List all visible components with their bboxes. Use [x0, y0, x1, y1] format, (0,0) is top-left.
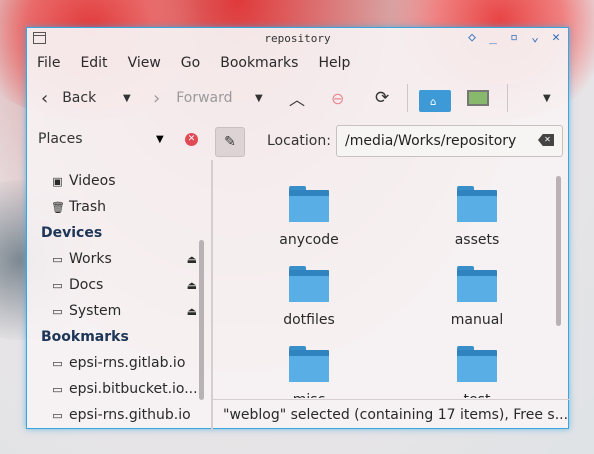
folder-label: dotfiles: [283, 312, 335, 328]
forward-arrow-icon: ›: [153, 87, 161, 109]
folder-label: misc: [293, 392, 326, 398]
folder-icon: [457, 266, 497, 304]
shade-button[interactable]: ⌄: [529, 30, 541, 46]
sidebar-item-videos[interactable]: ▣ Videos: [27, 168, 207, 194]
video-icon: ▣: [52, 174, 63, 188]
up-arrow-icon: ︿: [289, 90, 306, 109]
trash-icon: 🗑: [51, 200, 65, 214]
eject-icon[interactable]: ⏏: [187, 253, 197, 266]
titlebar[interactable]: repository ◇ _ ▫ ⌄ ✕: [27, 28, 568, 50]
computer-icon: [467, 90, 489, 106]
status-bar: "weblog" selected (containing 17 items),…: [213, 399, 570, 429]
stop-button[interactable]: ⊖: [331, 76, 344, 120]
back-button[interactable]: ‹ Back: [41, 76, 96, 120]
toolbar-separator: [507, 84, 508, 112]
devices-header: Devices: [41, 225, 103, 241]
sidebar-item-bookmark[interactable]: ▭ epsi-rns.github.io: [27, 402, 207, 428]
folder-item[interactable]: misc: [249, 346, 369, 398]
sidebar-item-bookmark[interactable]: ▭ epsi.bitbucket.io...: [27, 376, 207, 402]
clear-location-icon[interactable]: ✕: [538, 134, 554, 146]
reload-button[interactable]: ⟳: [375, 76, 389, 120]
folder-icon: ▭: [52, 382, 63, 396]
folder-icon: ▭: [52, 408, 63, 422]
bookmarks-header: Bookmarks: [41, 329, 129, 345]
folder-label: assets: [454, 232, 500, 248]
forward-label: Forward: [176, 90, 233, 106]
forward-history-dropdown[interactable]: ▼: [255, 76, 263, 120]
sidebar-item-trash[interactable]: 🗑 Trash: [27, 194, 207, 220]
location-value: /media/Works/repository: [345, 133, 517, 149]
caret-down-icon: ▼: [543, 92, 551, 104]
location-label: Location:: [267, 133, 331, 149]
folder-icon: [289, 266, 329, 304]
menu-go[interactable]: Go: [181, 55, 200, 71]
folder-item[interactable]: test: [417, 346, 537, 398]
places-location-bar: Places ▼ ✕ ✎ Location: /media/Works/repo…: [27, 120, 570, 160]
folder-icon: [289, 186, 329, 224]
caret-down-icon: ▼: [255, 92, 263, 104]
folder-icon: [457, 186, 497, 224]
toolbar-more-dropdown[interactable]: ▼: [543, 76, 551, 120]
sidebar-item-bookmark[interactable]: ▭ epsi-rns.gitlab.io: [27, 350, 207, 376]
drive-icon: ▭: [52, 304, 63, 318]
home-button[interactable]: ⌂: [419, 86, 451, 114]
places-sidebar: ▣ Videos 🗑 Trash Devices ▭ Works ⏏ ▭ Doc…: [27, 168, 207, 428]
location-input[interactable]: /media/Works/repository ✕: [336, 125, 563, 157]
folder-icon: [289, 346, 329, 384]
maximize-button[interactable]: ▫: [508, 30, 520, 46]
folder-icon: ▭: [52, 356, 63, 370]
forward-button[interactable]: › Forward: [153, 76, 233, 120]
caret-down-icon: ▼: [123, 92, 131, 104]
folder-item[interactable]: dotfiles: [249, 266, 369, 328]
drive-icon: ▭: [52, 252, 63, 266]
folder-label: anycode: [279, 232, 339, 248]
eject-icon[interactable]: ⏏: [187, 305, 197, 318]
close-places-icon[interactable]: ✕: [185, 133, 198, 146]
sidebar-scrollbar[interactable]: [199, 240, 204, 400]
edit-location-button[interactable]: ✎: [215, 127, 245, 157]
drive-icon: ▭: [52, 278, 63, 292]
menu-help[interactable]: Help: [318, 55, 350, 71]
close-button[interactable]: ✕: [550, 30, 562, 46]
stop-icon: ⊖: [331, 88, 345, 108]
folder-icon: [457, 346, 497, 384]
sidebar-item-docs[interactable]: ▭ Docs ⏏: [27, 272, 207, 298]
menubar: File Edit View Go Bookmarks Help: [27, 50, 568, 76]
places-label: Places: [38, 131, 83, 147]
menu-bookmarks[interactable]: Bookmarks: [220, 55, 298, 71]
sidebar-item-works[interactable]: ▭ Works ⏏: [27, 246, 207, 272]
menu-edit[interactable]: Edit: [80, 55, 107, 71]
folder-item[interactable]: anycode: [249, 186, 369, 248]
places-dropdown-icon[interactable]: ▼: [156, 134, 164, 145]
back-history-dropdown[interactable]: ▼: [123, 76, 131, 120]
computer-button[interactable]: [467, 76, 489, 120]
minimize-button[interactable]: _: [487, 30, 499, 46]
folder-item[interactable]: manual: [417, 266, 537, 328]
back-label: Back: [62, 90, 97, 106]
reload-icon: ⟳: [375, 88, 390, 108]
menu-file[interactable]: File: [37, 55, 60, 71]
folder-label: test: [464, 392, 491, 398]
file-view-scrollbar[interactable]: [556, 176, 561, 326]
file-manager-window: repository ◇ _ ▫ ⌄ ✕ File Edit View Go B…: [26, 27, 570, 430]
file-view: anycode assets dotfiles manual misc test: [215, 174, 555, 398]
keep-above-icon[interactable]: ◇: [466, 30, 478, 46]
eject-icon[interactable]: ⏏: [187, 279, 197, 292]
folder-item[interactable]: assets: [417, 186, 537, 248]
pane-divider[interactable]: [211, 160, 213, 430]
sidebar-item-system[interactable]: ▭ System ⏏: [27, 298, 207, 324]
pencil-icon: ✎: [224, 134, 236, 150]
up-button[interactable]: ︿: [289, 76, 305, 120]
toolbar-separator: [407, 84, 408, 112]
folder-label: manual: [450, 312, 504, 328]
toolbar: ‹ Back ▼ › Forward ▼ ︿ ⊖ ⟳ ⌂ ▼: [27, 76, 568, 120]
status-text: "weblog" selected (containing 17 items),…: [223, 407, 569, 423]
back-arrow-icon: ‹: [41, 87, 49, 109]
menu-view[interactable]: View: [128, 55, 161, 71]
